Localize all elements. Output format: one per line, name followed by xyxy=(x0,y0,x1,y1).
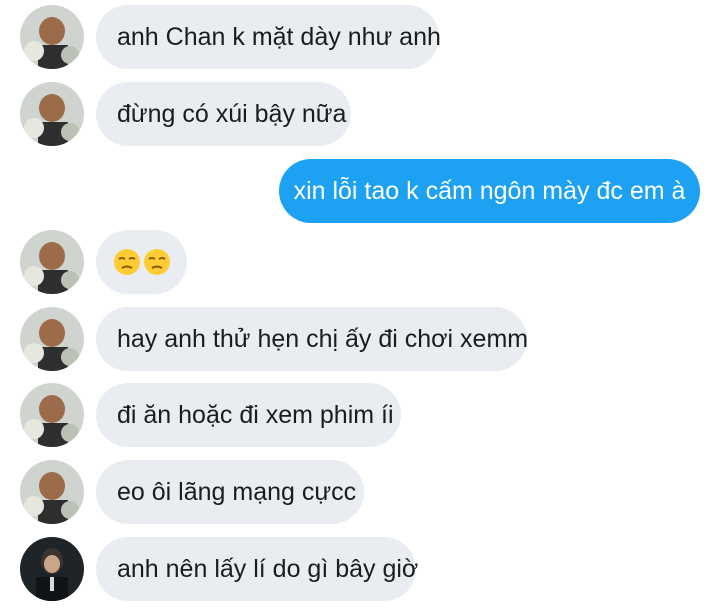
message-text: anh Chan k mặt dày như anh xyxy=(117,23,441,51)
message-text: anh nên lấy lí do gì bây giờ xyxy=(117,555,419,583)
message-bubble[interactable]: anh nên lấy lí do gì bây giờ xyxy=(96,537,419,601)
avatar[interactable] xyxy=(20,460,84,524)
message-text: eo ôi lãng mạng cựcc xyxy=(117,478,357,506)
message-bubble[interactable]: đi ăn hoặc đi xem phim íi xyxy=(96,383,401,447)
message-row: đi ăn hoặc đi xem phim íi xyxy=(0,383,720,447)
unamused-face-icon xyxy=(114,249,140,275)
message-row: xin lỗi tao k cấm ngôn mày đc em à xyxy=(0,159,720,223)
message-bubble[interactable]: xin lỗi tao k cấm ngôn mày đc em à xyxy=(279,159,700,223)
avatar[interactable] xyxy=(20,383,84,447)
avatar[interactable] xyxy=(20,5,84,69)
message-bubble[interactable]: hay anh thử hẹn chị ấy đi chơi xemm xyxy=(96,307,529,371)
message-bubble[interactable]: đừng có xúi bậy nữa xyxy=(96,82,351,146)
avatar[interactable] xyxy=(20,230,84,294)
message-row xyxy=(0,230,720,294)
avatar[interactable] xyxy=(20,537,84,601)
message-text: xin lỗi tao k cấm ngôn mày đc em à xyxy=(293,177,686,205)
message-row: hay anh thử hẹn chị ấy đi chơi xemm xyxy=(0,307,720,371)
message-text: đừng có xúi bậy nữa xyxy=(117,100,347,128)
message-row: anh Chan k mặt dày như anh xyxy=(0,5,720,69)
message-text: hay anh thử hẹn chị ấy đi chơi xemm xyxy=(117,325,529,353)
unamused-face-icon xyxy=(144,249,170,275)
message-bubble[interactable]: anh Chan k mặt dày như anh xyxy=(96,5,441,69)
avatar[interactable] xyxy=(20,82,84,146)
message-row: anh nên lấy lí do gì bây giờ xyxy=(0,537,720,601)
message-bubble[interactable]: eo ôi lãng mạng cựcc xyxy=(96,460,364,524)
message-text: đi ăn hoặc đi xem phim íi xyxy=(117,401,394,429)
avatar[interactable] xyxy=(20,307,84,371)
message-row: eo ôi lãng mạng cựcc xyxy=(0,460,720,524)
message-row: đừng có xúi bậy nữa xyxy=(0,82,720,146)
chat-thread: anh Chan k mặt dày như anh đừng có xúi b… xyxy=(0,0,720,608)
message-bubble[interactable] xyxy=(96,230,187,294)
